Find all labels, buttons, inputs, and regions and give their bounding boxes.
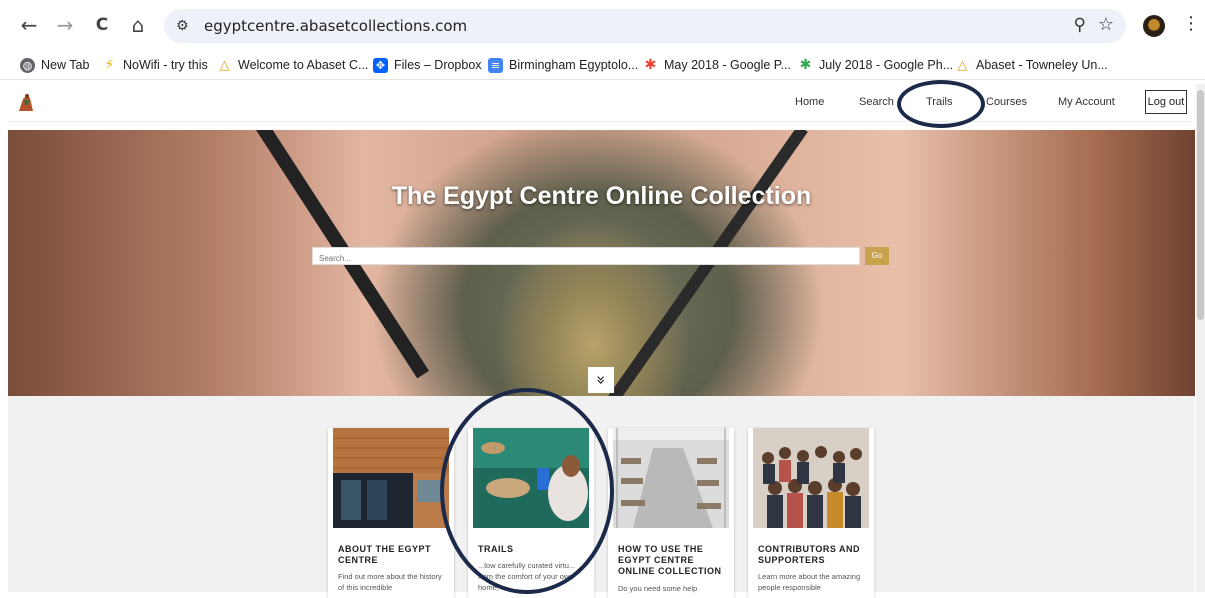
bookmarks-bar: ◍ New Tab ⚡ NoWifi - try this △ Welcome … bbox=[0, 50, 1205, 80]
bookmark-star-icon[interactable]: ☆ bbox=[1098, 14, 1114, 35]
globe-icon: ◍ bbox=[20, 57, 35, 73]
address-bar[interactable]: ⚙ egyptcentre.abasetcollections.com ⚲ ☆ bbox=[164, 9, 1126, 43]
dropbox-icon: ✥ bbox=[373, 57, 388, 73]
bolt-icon: ⚡ bbox=[104, 56, 115, 73]
hero-search-input[interactable] bbox=[313, 250, 859, 267]
trails-visitor-image bbox=[473, 428, 589, 528]
url-text[interactable]: egyptcentre.abasetcollections.com bbox=[204, 17, 467, 35]
card-text: ...low carefully curated virtu... from t… bbox=[478, 561, 576, 592]
page-scrollbar[interactable] bbox=[1196, 84, 1205, 592]
card-title: TRAILS bbox=[478, 544, 514, 554]
bookmark-label: Birmingham Egyptolo... bbox=[509, 58, 639, 72]
back-icon[interactable]: ← bbox=[18, 14, 40, 36]
hero-title: The Egypt Centre Online Collection bbox=[391, 182, 812, 210]
egypt-centre-logo-icon[interactable] bbox=[15, 91, 37, 113]
photos-icon: ✱ bbox=[644, 56, 657, 73]
card-text: Learn more about the amazing people resp… bbox=[758, 572, 861, 592]
nav-home[interactable]: Home bbox=[795, 96, 824, 108]
bookmark-may-2018[interactable]: ✱ May 2018 - Google P... bbox=[643, 56, 791, 74]
abaset-icon: △ bbox=[957, 57, 968, 73]
hero-banner: The Egypt Centre Online Collection Go » bbox=[8, 130, 1195, 396]
bookmark-abaset-towneley[interactable]: △ Abaset - Towneley Un... bbox=[955, 56, 1108, 74]
photos-icon: ✱ bbox=[799, 56, 812, 73]
bookmark-label: New Tab bbox=[41, 58, 90, 72]
nav-courses[interactable]: Courses bbox=[986, 96, 1027, 108]
bookmark-nowifi[interactable]: ⚡ NoWifi - try this bbox=[102, 56, 208, 74]
storage-shelves-image bbox=[613, 428, 729, 528]
cards-section bbox=[8, 396, 1195, 592]
bookmark-abaset-welcome[interactable]: △ Welcome to Abaset C... bbox=[217, 56, 369, 74]
doc-icon: ≡ bbox=[488, 57, 503, 73]
card-trails[interactable]: TRAILS ...low carefully curated virtu...… bbox=[468, 428, 594, 598]
nav-search[interactable]: Search bbox=[859, 96, 894, 108]
chevron-down-icon: » bbox=[591, 375, 611, 385]
scroll-down-icon[interactable]: » bbox=[588, 367, 614, 393]
card-title: ABOUT THE EGYPT CENTRE bbox=[338, 544, 432, 565]
bookmark-label: Abaset - Towneley Un... bbox=[976, 58, 1108, 72]
reload-icon[interactable]: C bbox=[91, 14, 113, 36]
card-text: Find out more about the history of this … bbox=[338, 572, 442, 592]
bookmark-label: July 2018 - Google Ph... bbox=[819, 58, 954, 72]
bookmark-dropbox[interactable]: ✥ Files – Dropbox bbox=[373, 56, 482, 74]
bookmark-new-tab[interactable]: ◍ New Tab bbox=[20, 56, 89, 74]
search-go-button[interactable]: Go bbox=[865, 247, 889, 265]
forward-icon[interactable]: → bbox=[54, 14, 76, 36]
card-text: Do you need some help bbox=[618, 584, 698, 593]
nav-trails[interactable]: Trails bbox=[926, 96, 952, 108]
abaset-icon: △ bbox=[219, 57, 230, 73]
nav-my-account[interactable]: My Account bbox=[1058, 96, 1115, 108]
bookmark-label: NoWifi - try this bbox=[123, 58, 208, 72]
zoom-icon[interactable]: ⚲ bbox=[1074, 15, 1086, 35]
site-header: Home Search Trails Courses My Account Lo… bbox=[8, 84, 1193, 122]
bookmark-label: Files – Dropbox bbox=[394, 58, 482, 72]
home-icon[interactable]: ⌂ bbox=[127, 14, 149, 36]
card-contributors[interactable]: CONTRIBUTORS AND SUPPORTERS Learn more a… bbox=[748, 428, 874, 598]
bookmark-label: Welcome to Abaset C... bbox=[238, 58, 369, 72]
card-how-to-use[interactable]: HOW TO USE THE EGYPT CENTRE ONLINE COLLE… bbox=[608, 428, 734, 598]
card-about[interactable]: ABOUT THE EGYPT CENTRE Find out more abo… bbox=[328, 428, 454, 598]
browser-menu-icon[interactable]: ⋮ bbox=[1182, 13, 1200, 34]
bookmark-july-2018[interactable]: ✱ July 2018 - Google Ph... bbox=[798, 56, 953, 74]
bookmark-birmingham[interactable]: ≡ Birmingham Egyptolo... bbox=[488, 56, 638, 74]
browser-toolbar: ← → C ⌂ ⚙ egyptcentre.abasetcollections.… bbox=[0, 0, 1205, 50]
hero-search-bar bbox=[312, 247, 860, 267]
scrollbar-thumb[interactable] bbox=[1197, 90, 1204, 320]
bookmark-label: May 2018 - Google P... bbox=[664, 58, 791, 72]
contributors-group-image bbox=[753, 428, 869, 528]
about-building-image bbox=[333, 428, 449, 528]
logout-button[interactable]: Log out bbox=[1145, 90, 1187, 114]
site-info-icon[interactable]: ⚙ bbox=[176, 17, 194, 35]
profile-avatar[interactable] bbox=[1143, 15, 1165, 37]
card-title: HOW TO USE THE EGYPT CENTRE ONLINE COLLE… bbox=[618, 544, 722, 576]
card-title: CONTRIBUTORS AND SUPPORTERS bbox=[758, 544, 860, 565]
